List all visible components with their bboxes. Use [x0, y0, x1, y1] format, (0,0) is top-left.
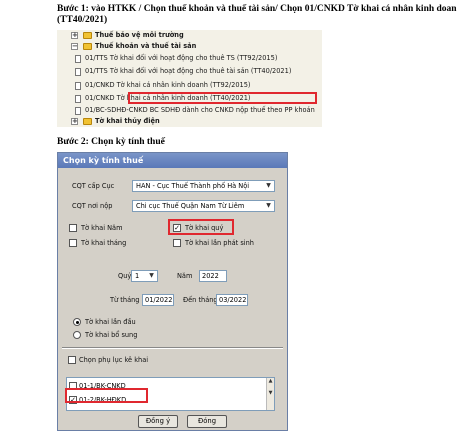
nam-label: Năm [177, 272, 193, 280]
chon-phu-luc-label: Chọn phụ lục kê khai [79, 356, 149, 364]
expand-icon[interactable]: + [71, 32, 78, 39]
tree-item-label: Thuế khoản và thuế tài sản [95, 42, 197, 50]
tu-thang-input[interactable]: 01/2022 [142, 294, 174, 306]
chevron-down-icon: ▼ [149, 272, 154, 279]
document-icon [75, 54, 81, 63]
to-khai-lan-dau-label: Tờ khai lần đầu [85, 318, 136, 326]
to-khai-lan-phat-sinh-label: Tờ khai lần phát sinh [185, 239, 254, 247]
tree-item-label: 01/TTS Tờ khai đối với hoạt động cho thu… [85, 67, 292, 75]
tree-item-label: 01/CNKD Tờ khai cá nhân kinh doanh (TT92… [85, 81, 251, 89]
appendix-highlight [65, 388, 148, 403]
tree-item-label: Tờ khai thủy điện [95, 117, 160, 125]
den-thang-input[interactable]: 03/2022 [216, 294, 248, 306]
den-thang-label: Đến tháng [183, 296, 218, 304]
cqt-noi-nop-label: CQT nơi nộp [72, 202, 113, 210]
dong-y-button[interactable]: Đồng ý [138, 415, 178, 428]
collapse-icon[interactable]: − [71, 43, 78, 50]
step2-instruction: Bước 2: Chọn kỳ tính thuế [57, 137, 165, 147]
tu-thang-label: Từ tháng [110, 296, 140, 304]
to-khai-lan-phat-sinh-checkbox[interactable] [173, 239, 181, 247]
document-icon [75, 94, 81, 103]
chevron-down-icon: ▼ [266, 202, 271, 209]
step1-instruction: Bước 1: vào HTKK / Chọn thuế khoản và th… [57, 4, 457, 25]
cqt-noi-nop-select[interactable]: Chi cục Thuế Quận Nam Từ Liêm ▼ [132, 200, 275, 212]
tree-item-label: 01/BC-SDHĐ-CNKD BC SDHĐ dành cho CNKD nộ… [85, 106, 315, 114]
cqt-cap-cuc-select[interactable]: HAN - Cục Thuế Thành phố Hà Nội ▼ [132, 180, 275, 192]
quarter-highlight [168, 219, 234, 235]
tree-item-label: Thuế bảo vệ môi trường [95, 31, 184, 39]
tree-panel: + Thuế bảo vệ môi trường − Thuế khoản và… [57, 30, 322, 127]
choose-period-dialog: Chọn kỳ tính thuế CQT cấp Cục HAN - Cục … [57, 152, 288, 431]
to-khai-bo-sung-radio[interactable] [73, 331, 81, 339]
folder-icon [83, 118, 92, 125]
chevron-down-icon: ▼ [266, 182, 271, 189]
quy-select[interactable]: 1 ▼ [131, 270, 158, 282]
document-icon [75, 81, 81, 90]
scrollbar[interactable]: ▲ ▼ [266, 378, 274, 410]
to-khai-nam-checkbox[interactable] [69, 224, 77, 232]
folder-icon [83, 32, 92, 39]
to-khai-lan-dau-radio[interactable] [73, 318, 81, 326]
to-khai-bo-sung-label: Tờ khai bổ sung [85, 331, 138, 339]
selection-highlight [128, 92, 317, 104]
dong-button[interactable]: Đóng [187, 415, 227, 428]
to-khai-thang-label: Tờ khai tháng [81, 239, 127, 247]
to-khai-thang-checkbox[interactable] [69, 239, 77, 247]
to-khai-nam-label: Tờ khai Năm [81, 224, 123, 232]
cqt-noi-nop-value: Chi cục Thuế Quận Nam Từ Liêm [136, 202, 245, 210]
dialog-title: Chọn kỳ tính thuế [58, 153, 287, 168]
quy-label: Quý [118, 272, 132, 280]
cqt-cap-cuc-label: CQT cấp Cục [72, 182, 115, 190]
tree-item-label: 01/TTS Tờ khai đối với hoạt động cho thu… [85, 54, 278, 62]
document-icon [75, 106, 81, 115]
document-icon [75, 67, 81, 76]
folder-open-icon [83, 43, 92, 50]
chon-phu-luc-checkbox[interactable] [68, 356, 76, 364]
expand-icon[interactable]: + [71, 118, 78, 125]
nam-input[interactable]: 2022 [199, 270, 227, 282]
cqt-cap-cuc-value: HAN - Cục Thuế Thành phố Hà Nội [136, 182, 250, 190]
divider [62, 347, 283, 349]
quy-value: 1 [135, 272, 140, 280]
